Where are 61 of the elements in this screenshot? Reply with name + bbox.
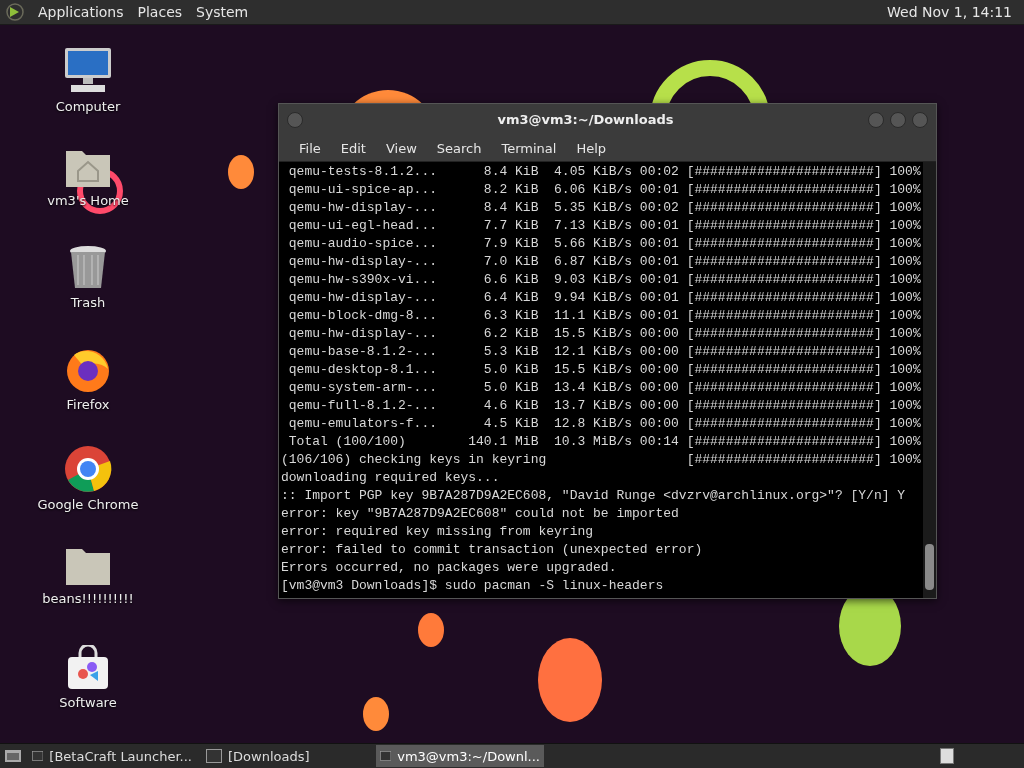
- terminal-line: qemu-tests-8.1.2... 8.4 KiB 4.05 KiB/s 00:02 [#######################] 100%: [287, 163, 922, 181]
- terminal-line: qemu-audio-spice... 7.9 KiB 5.66 KiB/s 00:01 [#######################] 100%: [287, 235, 922, 253]
- terminal-line: (106/106) checking keys in keyring [#######################] 100%: [281, 451, 922, 469]
- wallpaper-blob: [363, 697, 389, 731]
- workspace-switcher[interactable]: [940, 748, 954, 764]
- maximize-button[interactable]: [890, 111, 906, 128]
- terminal-line: qemu-ui-egl-head... 7.7 KiB 7.13 KiB/s 00:01 [#######################] 100%: [287, 217, 922, 235]
- desktop-icon-label[interactable]: Google Chrome: [37, 497, 139, 512]
- terminal-line: qemu-hw-display-... 6.4 KiB 9.94 KiB/s 00:01 [#######################] 100%: [287, 289, 922, 307]
- terminal-line: qemu-hw-display-... 7.0 KiB 6.87 KiB/s 00:01 [#######################] 100%: [287, 253, 922, 271]
- desktop-icon-label[interactable]: Firefox: [66, 397, 110, 412]
- terminal-line: qemu-hw-display-... 8.4 KiB 5.35 KiB/s 00:02 [#######################] 100%: [287, 199, 922, 217]
- terminal-line: qemu-desktop-8.1... 5.0 KiB 15.5 KiB/s 00:00 [#######################] 100%: [287, 361, 922, 379]
- terminal-line: error: key "9B7A287D9A2EC608" could not be imported: [281, 505, 680, 523]
- terminal-line: [vm3@vm3 Downloads]$ sudo pacman -S linux-headers: [281, 577, 665, 595]
- menu-item[interactable]: Search: [426, 140, 492, 156]
- panel-menu[interactable]: Applications: [38, 4, 124, 20]
- window-icon: [32, 749, 44, 763]
- menu-item[interactable]: Help: [566, 140, 617, 156]
- taskbar-button[interactable]: [BetaCraft Launcher...: [28, 745, 196, 767]
- menu-item[interactable]: Terminal: [491, 140, 567, 156]
- terminal-line: qemu-base-8.1.2-... 5.3 KiB 12.1 KiB/s 00:00 [#######################] 100%: [287, 343, 922, 361]
- terminal-line: qemu-hw-display-... 6.2 KiB 15.5 KiB/s 00:00 [#######################] 100%: [287, 325, 922, 343]
- terminal-line: qemu-full-8.1.2-... 4.6 KiB 13.7 KiB/s 00:00 [#######################] 100%: [287, 397, 922, 415]
- terminal-line: downloading required keys...: [281, 469, 501, 487]
- terminal-line: Errors occurred, no packages were upgraded.: [281, 559, 618, 577]
- menu-item[interactable]: Edit: [330, 140, 376, 156]
- terminal-line: error: failed to commit transaction (unexpected error): [281, 541, 704, 559]
- window-menu-button[interactable]: [287, 111, 303, 128]
- terminal-line: qemu-system-arm-... 5.0 KiB 13.4 KiB/s 00:00 [#######################] 100%: [287, 379, 922, 397]
- terminal-line: Total (100/100) 140.1 MiB 10.3 MiB/s 00:14 [#######################] 100%: [287, 433, 922, 451]
- close-button[interactable]: [912, 111, 928, 128]
- menu-item[interactable]: File: [289, 140, 331, 156]
- chrome-icon: [64, 445, 112, 493]
- desktop-icon-label[interactable]: Software: [59, 695, 117, 710]
- panel-menu[interactable]: System: [196, 4, 249, 20]
- terminal-line: qemu-block-dmg-8... 6.3 KiB 11.1 KiB/s 00:01 [#######################] 100%: [287, 307, 922, 325]
- window-title: vm3@vm3:~/Downloads: [496, 112, 675, 127]
- desktop-icon-label[interactable]: Trash: [70, 295, 106, 310]
- clock[interactable]: Wed Nov 1, 14:11: [887, 4, 1018, 20]
- monitor-icon: [63, 45, 113, 95]
- distro-logo-icon[interactable]: [6, 3, 24, 21]
- shopping-bag-icon: [66, 645, 110, 691]
- window-icon: [380, 749, 392, 763]
- terminal-line: qemu-hw-s390x-vi... 6.6 KiB 9.03 KiB/s 00:01 [#######################] 100%: [287, 271, 922, 289]
- desktop-icon-label[interactable]: beans!!!!!!!!!!: [42, 591, 134, 606]
- menu-item[interactable]: View: [375, 140, 427, 156]
- wallpaper-blob: [418, 613, 444, 647]
- show-desktop-icon[interactable]: [4, 748, 22, 764]
- window-icon: [206, 749, 222, 763]
- terminal-line: qemu-ui-spice-ap... 8.2 KiB 6.06 KiB/s 00:01 [#######################] 100%: [287, 181, 922, 199]
- terminal-line: qemu-emulators-f... 4.5 KiB 12.8 KiB/s 00:00 [#######################] 100%: [287, 415, 922, 433]
- desktop-icon-label[interactable]: Computer: [55, 99, 121, 114]
- terminal-line: error: required key missing from keyring: [281, 523, 595, 541]
- taskbar-button[interactable]: [Downloads]: [202, 745, 370, 767]
- terminal-line: :: Import PGP key 9B7A287D9A2EC608, "David Runge <dvzrv@archlinux.org>"? [Y/n] Y: [281, 487, 907, 505]
- panel-menu[interactable]: Places: [137, 4, 183, 20]
- trash-icon: [68, 245, 108, 291]
- minimize-button[interactable]: [868, 111, 884, 128]
- wallpaper-blob: [228, 155, 254, 189]
- taskbar-button[interactable]: vm3@vm3:~/Downl...: [376, 745, 544, 767]
